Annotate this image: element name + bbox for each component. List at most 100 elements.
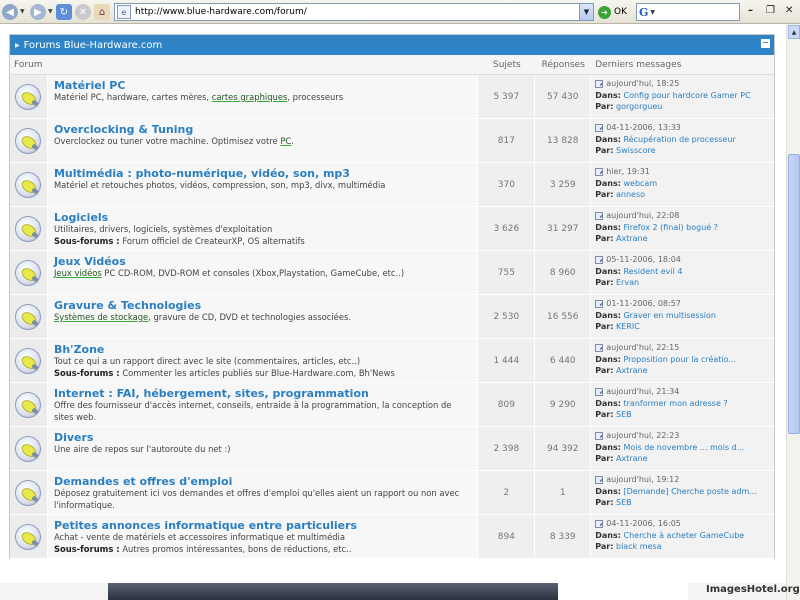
subforums-list[interactable]: Forum officiel de CreateurXP, OS alterna…: [122, 236, 304, 246]
forum-description-text: Achat - vente de matériels et accessoire…: [53, 532, 345, 542]
collapse-icon[interactable]: −: [761, 39, 770, 48]
last-post-topic[interactable]: Mois de novembre ... mois d...: [623, 443, 744, 452]
last-post-author[interactable]: SEB: [616, 410, 632, 419]
topics-count: 2: [478, 471, 536, 514]
last-post-author[interactable]: SEB: [616, 498, 632, 507]
forum-title[interactable]: Demandes et offres d'emploi: [54, 475, 471, 488]
subforums-list[interactable]: Commenter les articles publiés sur Blue-…: [122, 368, 395, 378]
last-post-author[interactable]: Swisscore: [616, 146, 656, 155]
last-post-icon[interactable]: [595, 519, 604, 528]
forum-title[interactable]: Matériel PC: [54, 79, 471, 92]
last-post-author-line: Par: KERIC: [595, 321, 770, 333]
forum-title[interactable]: Internet : FAI, hébergement, sites, prog…: [54, 387, 471, 400]
restore-icon[interactable]: ❐: [766, 5, 775, 16]
forum-description-link[interactable]: Jeux vidéos: [54, 268, 102, 278]
back-icon[interactable]: ◀: [2, 4, 18, 20]
forward-icon[interactable]: ▶: [30, 4, 46, 20]
last-post-author[interactable]: Axtrane: [616, 454, 648, 463]
forum-title[interactable]: Divers: [54, 431, 471, 444]
forum-status-cell: [10, 295, 48, 338]
forum-status-bulb-icon: [15, 347, 42, 374]
last-post-topic[interactable]: Récupération de processeur: [623, 135, 735, 144]
forward-dropdown-icon[interactable]: ▼: [48, 8, 53, 15]
forum-header-title[interactable]: Forums Blue-Hardware.com: [24, 40, 163, 51]
minimize-icon[interactable]: –: [748, 5, 753, 16]
search-box[interactable]: G ▼: [636, 3, 740, 21]
subforums-list[interactable]: Autres promos intéressantes, bons de réd…: [122, 544, 351, 554]
posts-count: 1: [535, 471, 592, 514]
home-icon[interactable]: ⌂: [94, 4, 110, 20]
last-post-icon[interactable]: [595, 167, 604, 176]
last-post-date-line: aujourd'hui, 21:34: [595, 386, 770, 398]
last-post-author[interactable]: gorgorgueu: [616, 102, 662, 111]
forum-status-cell: [10, 163, 48, 206]
posts-count: 94 392: [535, 427, 592, 470]
forum-status-bulb-icon: [15, 479, 42, 506]
last-post-topic[interactable]: Resident evil 4: [623, 267, 682, 276]
last-post-icon[interactable]: [595, 123, 604, 132]
forum-title[interactable]: Gravure & Technologies: [54, 299, 471, 312]
last-post-topic-line: Dans: Cherche à acheter GameCube: [595, 530, 770, 542]
last-post-topic[interactable]: Firefox 2 (final) bogué ?: [623, 223, 718, 232]
last-post-date: 04-11-2006, 16:05: [606, 519, 681, 528]
subforums-label: Sous-forums :: [53, 235, 120, 246]
forum-title[interactable]: Petites annonces informatique entre part…: [54, 519, 471, 532]
forum-title[interactable]: Bh'Zone: [54, 343, 471, 356]
forum-title[interactable]: Overclocking & Tuning: [54, 123, 471, 136]
last-post-icon[interactable]: [595, 211, 604, 220]
vertical-scrollbar[interactable]: ▲: [786, 24, 800, 600]
last-post-topic[interactable]: webcam: [623, 179, 657, 188]
forum-info-cell: Petites annonces informatique entre part…: [47, 515, 479, 558]
last-post-icon[interactable]: [595, 79, 604, 88]
search-dropdown-icon[interactable]: ▼: [650, 9, 655, 16]
forum-description-link[interactable]: PC: [280, 136, 291, 146]
last-post-icon[interactable]: [595, 387, 604, 396]
scroll-thumb[interactable]: [788, 154, 800, 434]
scroll-up-icon[interactable]: ▲: [788, 25, 800, 39]
advertisement-banner[interactable]: [108, 583, 688, 600]
last-post-author-line: Par: Swisscore: [595, 145, 770, 157]
last-post-topic[interactable]: Cherche à acheter GameCube: [623, 531, 744, 540]
last-post-icon[interactable]: [595, 299, 604, 308]
address-url[interactable]: http://www.blue-hardware.com/forum/: [135, 7, 579, 17]
topics-count: 2 530: [478, 295, 536, 338]
last-post-topic[interactable]: tranformer mon adresse ?: [623, 399, 727, 408]
in-label: Dans:: [595, 178, 621, 188]
close-icon[interactable]: ✕: [785, 5, 793, 16]
last-post-author[interactable]: KERIC: [616, 322, 640, 331]
forum-description: Overclockez ou tuner votre machine. Opti…: [54, 136, 471, 148]
topics-count: 3 626: [478, 207, 536, 250]
forum-title[interactable]: Multimédia : photo-numérique, vidéo, son…: [54, 167, 471, 180]
refresh-icon[interactable]: ↻: [56, 4, 72, 20]
address-bar[interactable]: e http://www.blue-hardware.com/forum/ ▼: [114, 3, 594, 21]
last-post-icon[interactable]: [595, 431, 604, 440]
last-post-topic[interactable]: Proposition pour la créatio...: [623, 355, 736, 364]
last-post-author[interactable]: Axtrane: [616, 366, 648, 375]
last-post-icon[interactable]: [595, 475, 604, 484]
posts-count: 8 960: [535, 251, 592, 294]
last-post-topic[interactable]: Graver en multisession: [623, 311, 715, 320]
forum-row: Overclocking & Tuning Overclockez ou tun…: [10, 119, 774, 163]
last-post-topic[interactable]: [Demande] Cherche poste adm...: [623, 487, 756, 496]
forum-title[interactable]: Logiciels: [54, 211, 471, 224]
browser-toolbar: ◀ ▼ ▶ ▼ ↻ ✕ ⌂ e http://www.blue-hardware…: [0, 0, 800, 24]
last-post-icon[interactable]: [595, 343, 604, 352]
col-last-posts: Derniers messages: [595, 59, 682, 70]
last-post-author[interactable]: anneso: [616, 190, 645, 199]
forum-title[interactable]: Jeux Vidéos: [54, 255, 471, 268]
address-dropdown-icon[interactable]: ▼: [579, 4, 593, 20]
last-post-icon[interactable]: [595, 255, 604, 264]
forum-description-link[interactable]: cartes graphiques: [212, 92, 288, 102]
forum-description-link[interactable]: Systèmes de stockage: [54, 312, 148, 322]
stop-icon[interactable]: ✕: [75, 4, 91, 20]
last-post-topic[interactable]: Config pour hardcore Gamer PC: [623, 91, 750, 100]
go-button[interactable]: ➜ OK: [598, 4, 627, 20]
last-post-author[interactable]: black mesa: [616, 542, 662, 551]
last-post-topic-line: Dans: Proposition pour la créatio...: [595, 354, 770, 366]
forum-description: Déposez gratuitement ici vos demandes et…: [54, 488, 471, 511]
back-dropdown-icon[interactable]: ▼: [20, 8, 25, 15]
last-post-author[interactable]: Ervan: [616, 278, 639, 287]
forum-description-text: Utilitaires, drivers, logiciels, système…: [53, 224, 273, 234]
go-label: OK: [614, 7, 627, 17]
last-post-author[interactable]: Axtrane: [616, 234, 648, 243]
